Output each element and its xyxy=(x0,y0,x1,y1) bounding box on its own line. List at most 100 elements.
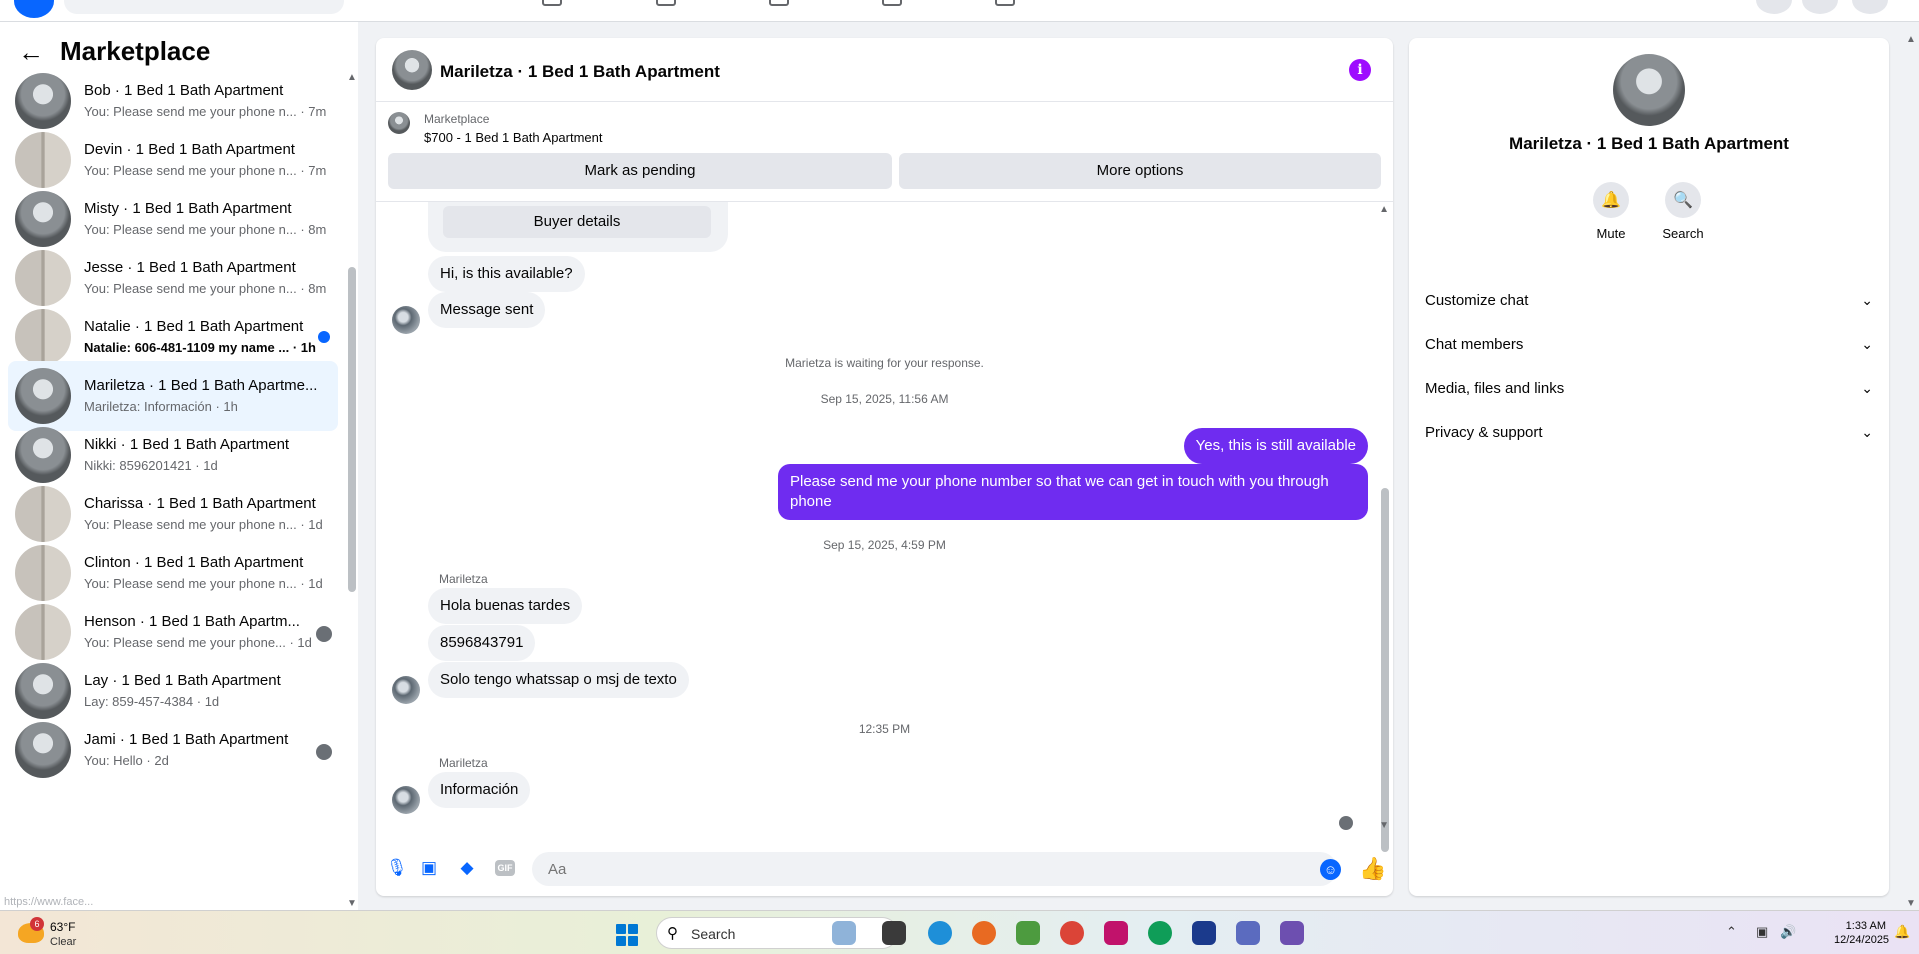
gaming-icon[interactable] xyxy=(995,0,1015,6)
groups-icon[interactable] xyxy=(882,0,902,6)
conversation-avatar[interactable] xyxy=(15,545,71,601)
conversation-name: Misty · 1 Bed 1 Bath Apartment xyxy=(84,200,292,217)
volume-icon[interactable]: 🔊 xyxy=(1780,924,1796,940)
sidebar-header: ← Marketplace xyxy=(18,36,210,67)
sticker-icon[interactable]: ◆ xyxy=(457,858,477,878)
edge-browser-icon[interactable] xyxy=(928,921,952,945)
info-icon[interactable]: i xyxy=(1349,59,1371,81)
conversation-name: Bob · 1 Bed 1 Bath Apartment xyxy=(84,82,284,99)
message-bubble: Message sent xyxy=(428,292,546,328)
conversation-avatar[interactable] xyxy=(15,663,71,719)
outgoing-message-bubble: Yes, this is still available xyxy=(1183,428,1368,464)
home-icon[interactable] xyxy=(542,0,562,6)
chat-panel: Mariletza · 1 Bed 1 Bath Apartment i Mar… xyxy=(376,38,1393,896)
message-input[interactable] xyxy=(532,852,1337,886)
search-action[interactable]: 🔍 Search xyxy=(1653,182,1713,241)
conversation-avatar[interactable] xyxy=(15,427,71,483)
notification-bell-icon[interactable]: 🔔 xyxy=(1894,924,1910,940)
temperature[interactable]: 63°F xyxy=(50,920,75,934)
chat-members-section[interactable]: Chat members ⌄ xyxy=(1425,322,1873,366)
privacy-support-section[interactable]: Privacy & support ⌄ xyxy=(1425,410,1873,454)
scroll-up-arrow-icon[interactable]: ▲ xyxy=(347,72,357,83)
weather-badge: 6 xyxy=(30,917,44,931)
mark-as-pending-button[interactable]: Mark as pending xyxy=(388,153,892,189)
photo-icon[interactable]: ▣ xyxy=(419,858,439,878)
bell-icon[interactable]: 🔔 xyxy=(1593,182,1629,218)
listing-thumbnail[interactable] xyxy=(388,112,410,134)
contact-mini-avatar xyxy=(392,676,420,704)
listing-banner: Marketplace $700 - 1 Bed 1 Bath Apartmen… xyxy=(376,102,1393,202)
listing-price[interactable]: $700 - 1 Bed 1 Bath Apartment xyxy=(424,130,603,145)
windows-start-icon[interactable] xyxy=(616,924,638,946)
conversation-avatar[interactable] xyxy=(15,250,71,306)
conversation-avatar[interactable] xyxy=(15,604,71,660)
conversation-avatar[interactable] xyxy=(15,132,71,188)
customize-chat-section[interactable]: Customize chat ⌄ xyxy=(1425,278,1873,322)
conversation-avatar[interactable] xyxy=(15,309,71,365)
conversation-avatar[interactable] xyxy=(15,722,71,778)
conversation-name: Lay · 1 Bed 1 Bath Apartment xyxy=(84,672,281,689)
buyer-details-button[interactable]: Buyer details xyxy=(443,206,711,238)
conversation-preview: Nikki: 8596201421 · 1d xyxy=(84,458,218,473)
windows-taskbar: 6 63°F Clear ⚲ Search ⌃ ▣ 🔊 1:33 AM 12/2… xyxy=(0,910,1919,954)
security-app-icon[interactable] xyxy=(1192,921,1216,945)
profile-avatar[interactable] xyxy=(1852,0,1888,14)
sidebar-scrollbar[interactable] xyxy=(348,267,356,592)
headset-app-icon-2[interactable] xyxy=(1280,921,1304,945)
timestamp: Sep 15, 2025, 4:59 PM xyxy=(823,538,946,552)
marketplace-icon[interactable] xyxy=(769,0,789,6)
scroll-down-arrow-icon[interactable]: ▼ xyxy=(1379,820,1389,831)
clock-time: 1:33 AM xyxy=(1845,920,1886,932)
conversation-item[interactable]: Jami · 1 Bed 1 Bath Apartment You: Hello … xyxy=(8,715,338,785)
conversation-name: Clinton · 1 Bed 1 Bath Apartment xyxy=(84,554,304,571)
chevron-down-icon: ⌄ xyxy=(1861,379,1873,396)
video-icon[interactable] xyxy=(656,0,676,6)
contact-avatar[interactable] xyxy=(392,50,432,90)
contact-profile-avatar[interactable] xyxy=(1613,54,1685,126)
listing-label: Marketplace xyxy=(424,112,490,126)
scroll-up-arrow-icon[interactable]: ▲ xyxy=(1906,34,1916,45)
scroll-down-arrow-icon[interactable]: ▼ xyxy=(1906,898,1916,909)
conversation-avatar[interactable] xyxy=(15,73,71,129)
chat-title[interactable]: Mariletza · 1 Bed 1 Bath Apartment xyxy=(440,62,720,82)
thumbs-up-icon[interactable]: 👍 xyxy=(1359,856,1386,882)
notifications-icon[interactable] xyxy=(1802,0,1838,14)
facebook-logo-icon[interactable] xyxy=(14,0,54,18)
widgets-app-icon[interactable] xyxy=(832,921,856,945)
firefox-icon[interactable] xyxy=(972,921,996,945)
mute-label: Mute xyxy=(1596,226,1626,241)
emoji-icon[interactable]: ☺ xyxy=(1320,859,1341,880)
more-options-button[interactable]: More options xyxy=(899,153,1381,189)
mute-action[interactable]: 🔔 Mute xyxy=(1581,182,1641,241)
chrome-icon[interactable] xyxy=(1060,921,1084,945)
buyer-card: Buyer details xyxy=(428,202,728,252)
conversation-avatar[interactable] xyxy=(15,368,71,424)
display-icon[interactable]: ▣ xyxy=(1756,924,1768,940)
headset-app-icon[interactable] xyxy=(1236,921,1260,945)
chevron-down-icon: ⌄ xyxy=(1861,423,1873,440)
back-arrow-icon[interactable]: ← xyxy=(18,39,44,65)
page-title: Marketplace xyxy=(60,36,211,66)
snipping-tool-icon[interactable] xyxy=(1104,921,1128,945)
system-clock[interactable]: 1:33 AM 12/24/2025 xyxy=(1834,919,1889,947)
search-icon[interactable]: 🔍 xyxy=(1665,182,1701,218)
section-label: Customize chat xyxy=(1425,291,1529,309)
conversation-preview: You: Please send me your phone n... · 7m xyxy=(84,104,327,119)
scroll-up-arrow-icon[interactable]: ▲ xyxy=(1379,204,1389,215)
conversation-avatar[interactable] xyxy=(15,191,71,247)
taskbar-search-box[interactable]: ⚲ Search xyxy=(656,917,898,949)
chrome-profile-icon[interactable] xyxy=(1148,921,1172,945)
chat-scrollbar[interactable] xyxy=(1381,488,1389,852)
conversation-avatar[interactable] xyxy=(15,486,71,542)
facebook-search-bar[interactable] xyxy=(64,0,344,14)
microphone-icon[interactable]: 🎙 xyxy=(386,858,408,878)
chevron-up-icon[interactable]: ⌃ xyxy=(1726,924,1737,940)
notepad-icon[interactable] xyxy=(1016,921,1040,945)
seen-avatar xyxy=(316,626,332,642)
media-files-links-section[interactable]: Media, files and links ⌄ xyxy=(1425,366,1873,410)
file-explorer-icon[interactable] xyxy=(882,921,906,945)
menu-grid-icon[interactable] xyxy=(1756,0,1792,14)
scroll-down-arrow-icon[interactable]: ▼ xyxy=(347,898,357,909)
message-bubble: Información xyxy=(428,772,531,808)
gif-icon[interactable]: GIF xyxy=(495,860,515,876)
